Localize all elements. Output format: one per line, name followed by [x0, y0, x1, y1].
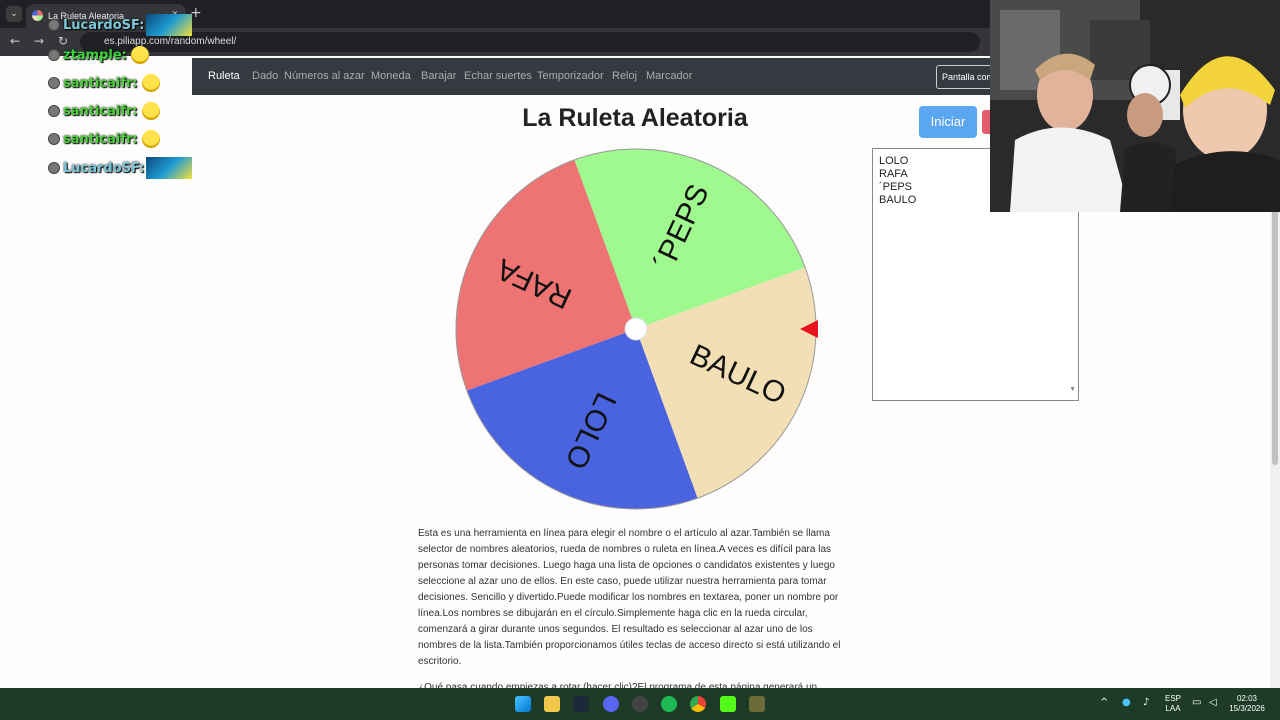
nav-item-echar-suertes[interactable]: Echar suertes: [464, 70, 532, 82]
chat-avatar-icon: [48, 162, 60, 174]
chat-message: santicaifr:: [48, 72, 160, 94]
start-button[interactable]: Iniciar: [919, 106, 977, 138]
wheel-hub[interactable]: [624, 317, 648, 341]
chat-avatar-icon: [48, 49, 60, 61]
security-icon[interactable]: ●: [1122, 697, 1131, 708]
chat-avatar-icon: [48, 133, 60, 145]
windows-taskbar: ^ ● ♪ ESP LAA ▭ ◁ 02:03 15/3/2026: [0, 688, 1280, 720]
page-title: La Ruleta Aleatoria: [522, 104, 748, 132]
nav-item-dado[interactable]: Dado: [252, 70, 278, 82]
app-icon[interactable]: [749, 696, 765, 712]
chat-message: santicaifr:: [48, 100, 160, 122]
microphone-icon[interactable]: ♪: [1143, 697, 1149, 708]
chat-username: santicaifr:: [63, 75, 138, 91]
chat-username: santicaifr:: [63, 131, 138, 147]
chat-emote-icon: [141, 102, 160, 120]
chat-username: santicaifr:: [63, 103, 138, 119]
spotify-icon[interactable]: [661, 696, 677, 712]
spin-wheel[interactable]: RAFA´PEPSBAULOLOLO: [454, 148, 818, 512]
tray-chevron-icon[interactable]: ^: [1100, 697, 1108, 708]
clock-time: 02:03: [1236, 694, 1258, 703]
network-icon[interactable]: ▭: [1192, 697, 1201, 708]
chat-emote-icon: [130, 46, 149, 64]
chat-username: LucardoSF:: [63, 17, 145, 33]
chat-message: LucardoSF:: [48, 14, 193, 36]
chat-message: LucardoSF:: [48, 157, 193, 179]
nav-item-números-al-azar[interactable]: Números al azar: [284, 70, 365, 82]
url-input[interactable]: es.piliapp.com/random/wheel/: [80, 32, 980, 52]
nav-item-reloj[interactable]: Reloj: [612, 70, 637, 82]
chat-username: ztample:: [63, 47, 127, 63]
lang-code: ESP: [1164, 694, 1181, 703]
nav-item-moneda[interactable]: Moneda: [371, 70, 411, 82]
chat-emote-icon: [146, 14, 193, 36]
description-paragraph: Esta es una herramienta en línea para el…: [418, 528, 841, 667]
start-menu-icon[interactable]: [515, 696, 531, 712]
back-icon[interactable]: ←: [10, 34, 20, 48]
steam-icon[interactable]: [573, 696, 589, 712]
chat-emote-icon: [141, 130, 160, 148]
chat-avatar-icon: [48, 77, 60, 89]
nav-item-temporizador[interactable]: Temporizador: [537, 70, 604, 82]
chat-username: LucardoSF:: [63, 160, 145, 176]
chrome-icon[interactable]: [690, 696, 706, 712]
clock-date: 15/3/2026: [1229, 704, 1265, 713]
volume-icon[interactable]: ◁: [1209, 697, 1217, 708]
lang-layout: LAA: [1165, 704, 1181, 713]
webcam-overlay: [990, 0, 1280, 212]
description-paragraph-2: ¿Qué pasa cuando empiezas a rotar (hacer…: [418, 682, 818, 688]
nav-item-ruleta[interactable]: Ruleta: [208, 70, 240, 82]
chat-message: santicaifr:: [48, 128, 160, 150]
chat-emote-icon: [146, 157, 193, 179]
chat-emote-icon: [141, 74, 160, 92]
chat-message: ztample:: [48, 44, 149, 66]
forward-icon[interactable]: →: [34, 34, 44, 48]
language-indicator[interactable]: ESP LAA: [1162, 694, 1184, 714]
chat-avatar-icon: [48, 105, 60, 117]
file-explorer-icon[interactable]: [544, 696, 560, 712]
chat-avatar-icon: [48, 19, 60, 31]
textarea-scroll-down-icon[interactable]: ▼: [1069, 383, 1076, 396]
nav-item-marcador[interactable]: Marcador: [646, 70, 692, 82]
discord-icon[interactable]: [603, 696, 619, 712]
kick-icon[interactable]: [720, 696, 736, 712]
clock[interactable]: 02:03 15/3/2026: [1226, 694, 1268, 714]
page-left-margin: [0, 56, 192, 688]
nav-item-barajar[interactable]: Barajar: [421, 70, 456, 82]
tab-search-icon[interactable]: ⌄: [6, 6, 22, 22]
obs-icon[interactable]: [632, 696, 648, 712]
tab-favicon-icon: [32, 10, 43, 21]
